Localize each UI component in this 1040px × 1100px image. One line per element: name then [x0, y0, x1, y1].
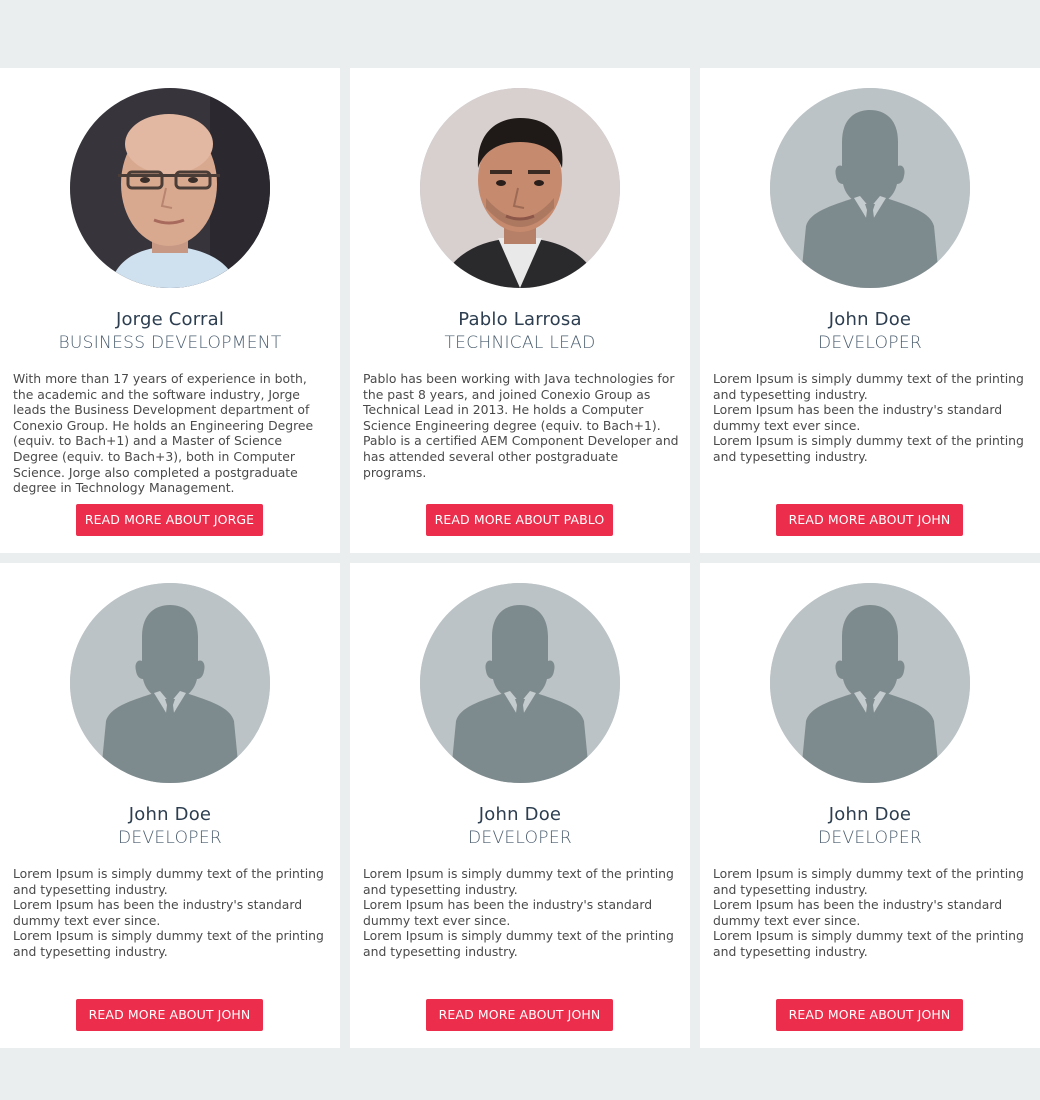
member-role: BUSINESS DEVELOPMENT — [58, 333, 282, 353]
avatar-placeholder — [420, 583, 620, 783]
team-member-card: Jorge Corral BUSINESS DEVELOPMENT With m… — [0, 68, 340, 553]
team-member-card: John Doe DEVELOPER Lorem Ipsum is simply… — [700, 68, 1040, 553]
member-name: John Doe — [478, 804, 562, 825]
read-more-button[interactable]: READ MORE ABOUT JORGE — [76, 504, 263, 536]
avatar-placeholder — [770, 88, 970, 288]
person-silhouette-icon — [770, 88, 970, 288]
bald-man-photo-icon — [70, 88, 270, 288]
team-member-card: Pablo Larrosa TECHNICAL LEAD Pablo has b… — [350, 68, 690, 553]
person-silhouette-icon — [770, 583, 970, 783]
member-bio: Lorem Ipsum is simply dummy text of the … — [363, 866, 674, 959]
member-bio: With more than 17 years of experience in… — [13, 371, 314, 496]
member-bio: Lorem Ipsum is simply dummy text of the … — [713, 866, 1024, 959]
team-member-card: John Doe DEVELOPER Lorem Ipsum is simply… — [700, 563, 1040, 1048]
read-more-button[interactable]: READ MORE ABOUT JOHN — [776, 999, 963, 1031]
person-silhouette-icon — [70, 583, 270, 783]
member-role: DEVELOPER — [818, 828, 922, 848]
member-role: DEVELOPER — [468, 828, 572, 848]
member-bio: Lorem Ipsum is simply dummy text of the … — [13, 866, 324, 959]
member-name: John Doe — [828, 309, 912, 330]
avatar-jorge-photo — [70, 88, 270, 288]
member-name: Pablo Larrosa — [458, 309, 582, 330]
member-bio: Pablo has been working with Java technol… — [363, 371, 679, 480]
person-silhouette-icon — [420, 583, 620, 783]
read-more-button[interactable]: READ MORE ABOUT JOHN — [776, 504, 963, 536]
dark-haired-man-photo-icon — [420, 88, 620, 288]
team-member-card: John Doe DEVELOPER Lorem Ipsum is simply… — [350, 563, 690, 1048]
read-more-button[interactable]: READ MORE ABOUT JOHN — [76, 999, 263, 1031]
read-more-button[interactable]: READ MORE ABOUT JOHN — [426, 999, 613, 1031]
member-name: John Doe — [128, 804, 212, 825]
read-more-button[interactable]: READ MORE ABOUT PABLO — [426, 504, 613, 536]
member-role: DEVELOPER — [818, 333, 922, 353]
member-name: Jorge Corral — [115, 309, 225, 330]
member-role: TECHNICAL LEAD — [444, 333, 596, 353]
avatar-placeholder — [70, 583, 270, 783]
member-name: John Doe — [828, 804, 912, 825]
avatar-pablo-photo — [420, 88, 620, 288]
member-bio: Lorem Ipsum is simply dummy text of the … — [713, 371, 1024, 464]
avatar-placeholder — [770, 583, 970, 783]
team-member-card: John Doe DEVELOPER Lorem Ipsum is simply… — [0, 563, 340, 1048]
member-role: DEVELOPER — [118, 828, 222, 848]
